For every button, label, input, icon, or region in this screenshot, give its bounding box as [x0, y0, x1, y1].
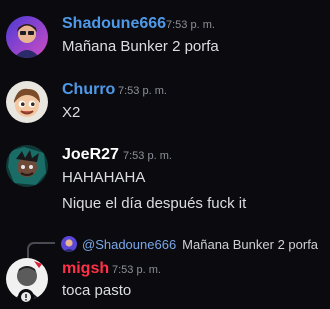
username-shadoune666[interactable]: Shadoune666 [62, 14, 166, 34]
username-joer27[interactable]: JoeR27 [62, 145, 119, 165]
reply-connector-line [27, 242, 55, 258]
message-line-1: HAHAHAHA [62, 169, 146, 186]
username-migsh[interactable]: migsh [62, 259, 109, 279]
timestamp: 7:53 p. m. [123, 150, 172, 162]
timestamp: 7:53 p. m. [166, 19, 215, 31]
status-badge [18, 289, 34, 305]
reply-text: Mañana Bunker 2 porfa [182, 236, 319, 252]
shadoune-avatar[interactable] [6, 16, 48, 58]
reply-avatar-icon [61, 236, 77, 252]
reply-preview[interactable]: @Shadoune666 Mañana Bunker 2 porfa [61, 235, 318, 253]
joer27-avatar[interactable] [6, 145, 48, 187]
reply-username[interactable]: @Shadoune666 [82, 237, 176, 252]
message-text: Mañana Bunker 2 porfa [62, 38, 219, 55]
message-text: X2 [62, 104, 81, 121]
message-text: toca pasto [62, 282, 132, 299]
username-churro[interactable]: Churro [62, 80, 115, 100]
churro-avatar[interactable] [6, 81, 48, 123]
timestamp: 7:53 p. m. [112, 264, 161, 276]
message-line-2: Nique el día después fuck it [62, 195, 247, 212]
timestamp: 7:53 p. m. [118, 85, 167, 97]
